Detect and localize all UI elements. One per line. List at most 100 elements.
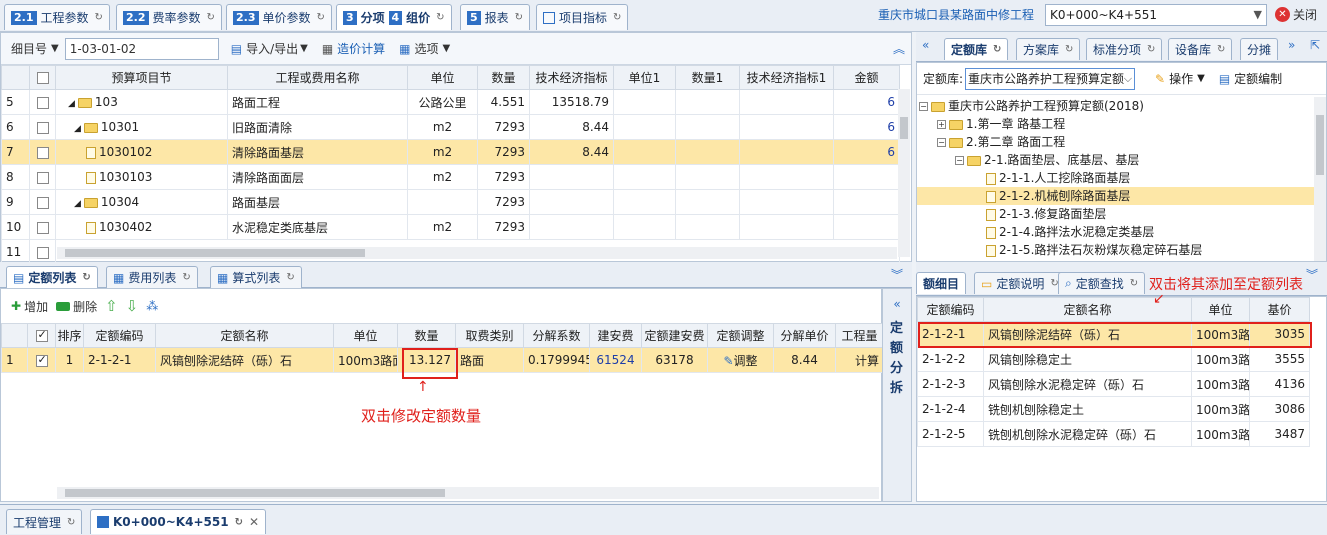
row-checkbox[interactable] (29, 164, 56, 190)
row-checkbox[interactable] (29, 189, 56, 215)
scrollbar-thumb[interactable] (900, 117, 908, 139)
horizontal-scrollbar[interactable] (57, 487, 879, 499)
qty-cell[interactable]: 4.551 (477, 89, 530, 115)
row-checkbox[interactable] (27, 347, 56, 373)
quota-edit-button[interactable]: 定额编制 (1234, 70, 1282, 87)
scroll-right-icon[interactable]: » (1288, 38, 1295, 52)
qty-cell[interactable]: 7293 (477, 139, 530, 165)
collapse-left-icon[interactable]: « (883, 297, 911, 311)
add-button[interactable]: 增加 (24, 298, 48, 315)
tab-rate-params[interactable]: 2.2 费率参数 ↻ (116, 4, 222, 30)
table-row[interactable]: 9 ◢ 10304 路面基层 7293 (1, 189, 900, 215)
tab-quota-search[interactable]: ⌕ 定额查找 ↻ (1058, 272, 1146, 294)
tab-fee-list[interactable]: ▦ 费用列表 ↻ (106, 266, 198, 288)
library-select[interactable]: 重庆市公路养护工程预算定额 ⌵ (965, 67, 1136, 90)
tree-node-selected[interactable]: 2-1-2.机械刨除路面基层 (917, 187, 1326, 205)
tree-node[interactable]: − 2-1.路面垫层、底基层、基层 (917, 151, 1326, 169)
tab-quota-list[interactable]: ▤ 定额列表 ↻ (6, 266, 98, 288)
detail-row[interactable]: 2-1-2-4铣刨机刨除稳定土100m3路面3086 (917, 396, 1310, 422)
refresh-icon[interactable]: ↻ (515, 12, 523, 23)
tab-project-params[interactable]: 2.1 工程参数 ↻ (4, 4, 110, 30)
row-checkbox[interactable] (29, 239, 56, 265)
tab-project-management[interactable]: 工程管理 ↻ (6, 509, 83, 534)
scrollbar-thumb[interactable] (65, 489, 445, 497)
scrollbar-thumb[interactable] (1316, 115, 1324, 175)
tab-section[interactable]: K0+000~K4+551 ↻ ✕ (90, 509, 267, 534)
close-icon[interactable]: ✕ (249, 515, 259, 529)
table-row[interactable]: 6 ◢ 10301 旧路面清除 m2 7293 8.44 6 (1, 114, 900, 140)
expand-icon[interactable]: + (937, 120, 946, 129)
network-icon[interactable]: ⁂ (146, 299, 158, 313)
select-all-checkbox[interactable] (29, 65, 56, 90)
expand-triangle-icon[interactable]: ◢ (68, 99, 75, 109)
import-export-button[interactable]: 导入/导出 (246, 40, 298, 57)
chevron-down-icon[interactable]: ▼ (51, 43, 59, 54)
tab-standard-items[interactable]: 标准分项 ↻ (1086, 38, 1163, 60)
qty-cell[interactable]: 7293 (477, 164, 530, 190)
collapse-up-icon[interactable]: ︽ (893, 40, 905, 57)
fee-type-cell[interactable]: 路面 (455, 347, 524, 373)
detail-input[interactable]: 1-03-01-02 (64, 37, 219, 60)
tab-equipment-library[interactable]: 设备库 ↻ (1168, 38, 1233, 60)
refresh-icon[interactable]: ↻ (436, 12, 444, 23)
tab-scheme-library[interactable]: 方案库 ↻ (1016, 38, 1081, 60)
scrollbar-thumb[interactable] (65, 249, 365, 257)
refresh-icon[interactable]: ↻ (1130, 278, 1138, 289)
vertical-scrollbar[interactable] (1314, 97, 1326, 261)
expand-triangle-icon[interactable]: ◢ (74, 124, 81, 134)
tab-project-indicators[interactable]: 项目指标 ↻ (536, 4, 629, 30)
detail-row[interactable]: 2-1-2-5铣刨机刨除水泥稳定碎（砾）石100m3路面3487 (917, 421, 1310, 447)
row-checkbox[interactable] (29, 114, 56, 140)
tree-node[interactable]: +1.第一章 路基工程 (917, 115, 1326, 133)
select-all-checkbox[interactable] (27, 323, 56, 348)
table-row-selected[interactable]: 7 1030102 清除路面基层 m2 7293 8.44 6 (1, 139, 900, 165)
move-down-icon[interactable]: ⇩ (126, 297, 139, 315)
refresh-icon[interactable]: ↻ (317, 12, 325, 23)
refresh-icon[interactable]: ↻ (1147, 44, 1155, 55)
tree-node[interactable]: − 2.第二章 路面工程 (917, 133, 1326, 151)
qty-cell[interactable]: 7293 (477, 189, 530, 215)
row-checkbox[interactable] (29, 139, 56, 165)
quota-split-bar[interactable]: « 定额分拆 (882, 288, 912, 502)
refresh-icon[interactable]: ↻ (67, 517, 75, 528)
tab-quota-details[interactable]: 额细目 (916, 272, 967, 294)
refresh-icon[interactable]: ↻ (1217, 44, 1225, 55)
adjust-cell[interactable]: ✎调整 (707, 347, 774, 373)
collapse-down-icon[interactable]: ︾ (882, 262, 912, 288)
move-up-icon[interactable]: ⇧ (105, 297, 118, 315)
refresh-icon[interactable]: ↻ (993, 44, 1001, 55)
expand-triangle-icon[interactable]: ◢ (74, 199, 81, 209)
row-checkbox[interactable] (29, 214, 56, 240)
row-checkbox[interactable] (29, 89, 56, 115)
scroll-left-icon[interactable]: « (922, 38, 929, 52)
refresh-icon[interactable]: ↻ (286, 272, 294, 283)
tree-node[interactable]: 2-1-5.路拌法石灰粉煤灰稳定碎石基层 (917, 241, 1326, 259)
collapse-icon[interactable]: − (919, 102, 928, 111)
tab-quota-library[interactable]: 定额库 ↻ (944, 38, 1009, 60)
detail-row[interactable]: 2-1-2-3风镐刨除水泥稳定碎（砾）石100m3路面4136 (917, 371, 1310, 397)
tab-items-pricing[interactable]: 3 分项 4 组价 ↻ (336, 4, 452, 30)
horizontal-scrollbar[interactable] (57, 247, 897, 259)
operate-button[interactable]: 操作 (1169, 70, 1193, 87)
price-calc-button[interactable]: 造价计算 (337, 40, 385, 57)
refresh-icon[interactable]: ↻ (95, 12, 103, 23)
tab-formula-list[interactable]: ▦ 算式列表 ↻ (210, 266, 302, 288)
collapse-down-icon[interactable]: ︾ (1306, 266, 1318, 283)
tree-node[interactable]: − 重庆市公路养护工程预算定额(2018) (917, 97, 1326, 115)
tab-unit-price-params[interactable]: 2.3 单价参数 ↻ (226, 4, 332, 30)
restore-icon[interactable]: ⇱ (1310, 38, 1320, 52)
tree-node[interactable]: 2-1-1.人工挖除路面基层 (917, 169, 1326, 187)
detail-row[interactable]: 2-1-2-2风镐刨除稳定土100m3路面3555 (917, 346, 1310, 372)
table-row[interactable]: 8 1030103 清除路面面层 m2 7293 (1, 164, 900, 190)
tab-allocation[interactable]: 分摊 (1240, 38, 1279, 60)
refresh-icon[interactable]: ↻ (207, 12, 215, 23)
refresh-icon[interactable]: ↻ (82, 272, 90, 283)
options-button[interactable]: 选项 (415, 40, 439, 57)
table-row[interactable]: 5 ◢ 103 路面工程 公路公里 4.551 13518.79 6 (1, 89, 900, 115)
collapse-icon[interactable]: − (955, 156, 964, 165)
delete-button[interactable]: 删除 (73, 298, 97, 315)
close-button[interactable]: ✕ 关闭 (1275, 6, 1317, 23)
vertical-scrollbar[interactable] (898, 89, 910, 257)
refresh-icon[interactable]: ↻ (235, 517, 243, 528)
qty-cell[interactable]: 7293 (477, 214, 530, 240)
